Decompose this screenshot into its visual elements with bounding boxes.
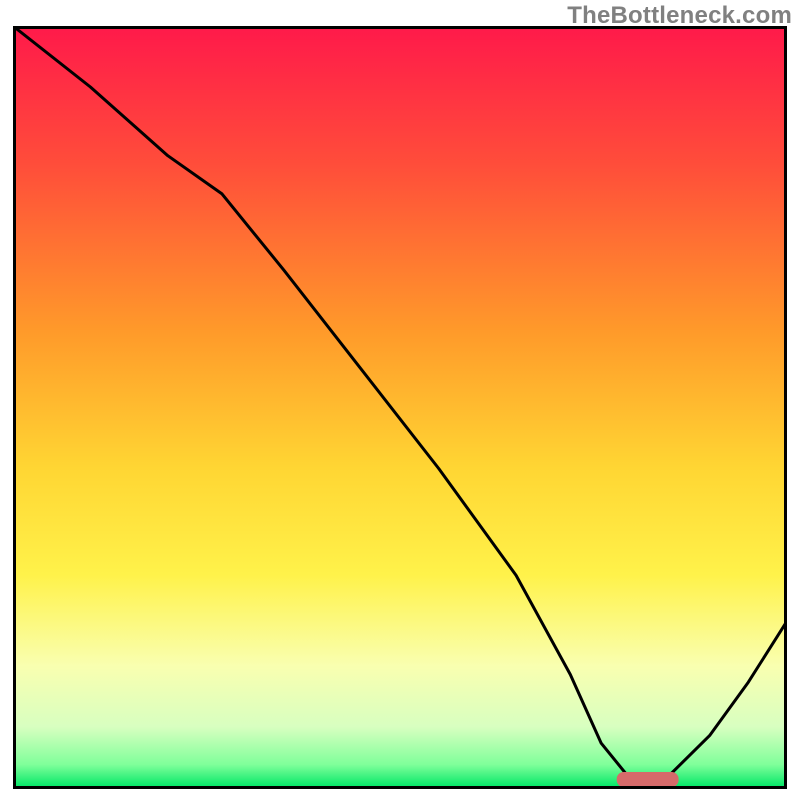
optimal-marker (617, 772, 679, 787)
bottleneck-chart (13, 26, 787, 789)
chart-container: TheBottleneck.com (0, 0, 800, 800)
plot-background (15, 28, 786, 788)
